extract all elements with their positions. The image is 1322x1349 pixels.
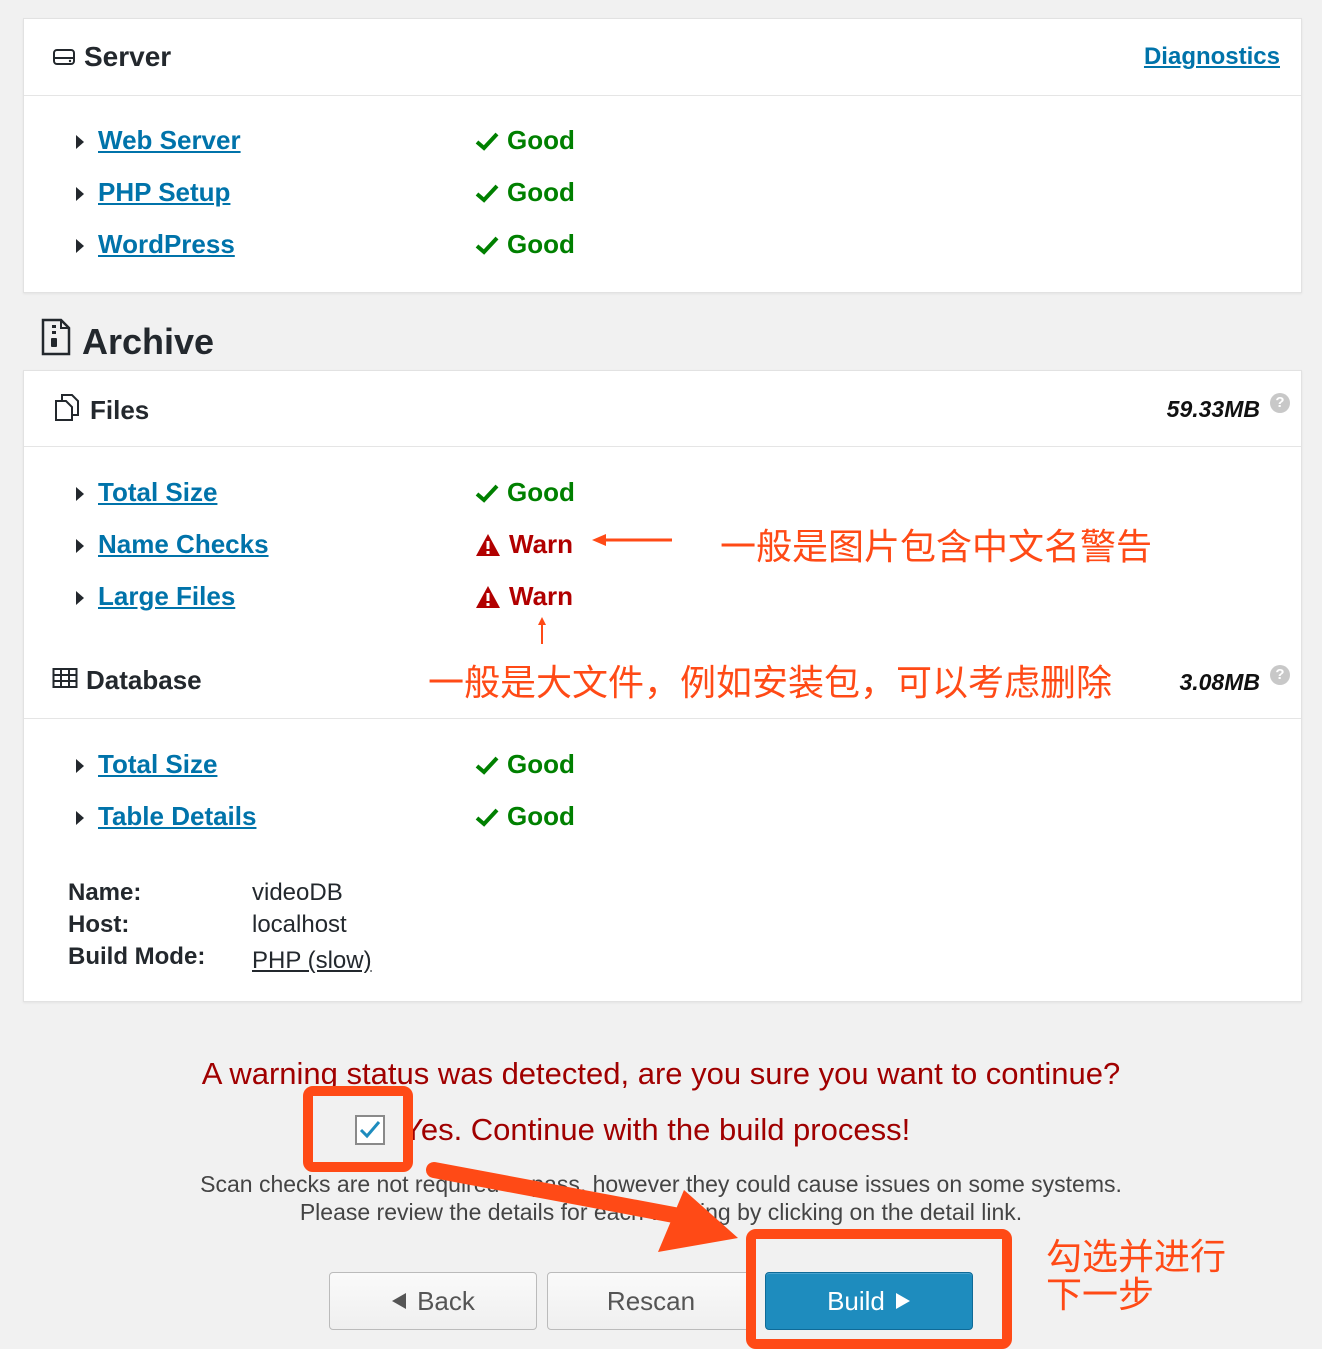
db-name-label: Name: [68,879,142,906]
status-good: Good [475,125,575,156]
annotation-build-line-2: 下一步 [1046,1275,1155,1316]
php-setup-link[interactable]: PHP Setup [98,177,230,208]
warning-icon [476,585,500,608]
annotation-checkbox-highlight [303,1086,413,1172]
build-mode-link[interactable]: PHP (slow) [252,947,372,975]
database-size: 3.08MB [1179,669,1260,695]
files-icon [52,393,82,428]
expand-triangle-icon[interactable] [76,239,84,253]
db-host-label: Host: [68,911,130,938]
annotation-arrow-name-checks [592,534,672,546]
server-title: Server [52,41,171,73]
expand-triangle-icon[interactable] [76,539,84,553]
table-details-link[interactable]: Table Details [98,801,256,832]
status-good: Good [475,477,575,508]
files-size: 59.33MB [1166,396,1260,422]
help-icon[interactable]: ? [1270,393,1290,413]
expand-triangle-icon[interactable] [76,811,84,825]
triangle-left-icon [392,1293,407,1309]
warning-icon [476,533,500,556]
expand-triangle-icon[interactable] [76,591,84,605]
zip-file-icon [40,318,72,365]
expand-triangle-icon[interactable] [76,135,84,149]
annotation-arrow-to-build [426,1162,738,1252]
status-good: Good [475,229,575,260]
status-warn: Warn [475,529,573,560]
confirm-row: Yes. Continue with the build process! [355,1112,910,1148]
build-mode-label: Build Mode: [68,943,206,970]
status-warn: Warn [475,581,573,612]
annotation-large-files: 一般是大文件，例如安装包，可以考虑删除 [428,663,1113,704]
annotation-build-highlight [746,1229,1012,1349]
checkmark-icon [475,236,499,255]
server-panel-header: Server Diagnostics [24,19,1301,96]
server-icon [52,46,76,68]
files-title: Files [52,393,149,428]
db-name-value: videoDB [252,879,343,906]
checkmark-icon [475,484,499,503]
table-icon [52,665,78,696]
checkmark-icon [475,808,499,827]
archive-title: Archive [40,318,214,365]
database-title: Database [52,665,202,696]
warning-message: A warning status was detected, are you s… [201,1056,1121,1091]
annotation-arrow-large-files [538,617,546,644]
diagnostics-link[interactable]: Diagnostics [1144,43,1280,71]
db-total-size-link[interactable]: Total Size [98,749,217,780]
checkmark-icon [475,756,499,775]
help-icon[interactable]: ? [1270,665,1290,685]
status-good: Good [475,801,575,832]
files-total-size-link[interactable]: Total Size [98,477,217,508]
rescan-button[interactable]: Rescan [547,1272,755,1330]
annotation-name-checks: 一般是图片包含中文名警告 [720,527,1153,568]
large-files-link[interactable]: Large Files [98,581,235,612]
db-host-value: localhost [252,911,347,938]
expand-triangle-icon[interactable] [76,487,84,501]
expand-triangle-icon[interactable] [76,187,84,201]
files-header: Files 59.33MB ? [24,371,1301,447]
web-server-link[interactable]: Web Server [98,125,241,156]
continue-checkbox-label[interactable]: Yes. Continue with the build process! [403,1112,910,1148]
wordpress-link[interactable]: WordPress [98,229,235,260]
checkmark-icon [475,132,499,151]
back-button[interactable]: Back [329,1272,537,1330]
status-good: Good [475,749,575,780]
name-checks-link[interactable]: Name Checks [98,529,269,560]
checkmark-icon [475,184,499,203]
expand-triangle-icon[interactable] [76,759,84,773]
server-panel: Server Diagnostics Web Server Good PHP S… [23,18,1302,293]
status-good: Good [475,177,575,208]
